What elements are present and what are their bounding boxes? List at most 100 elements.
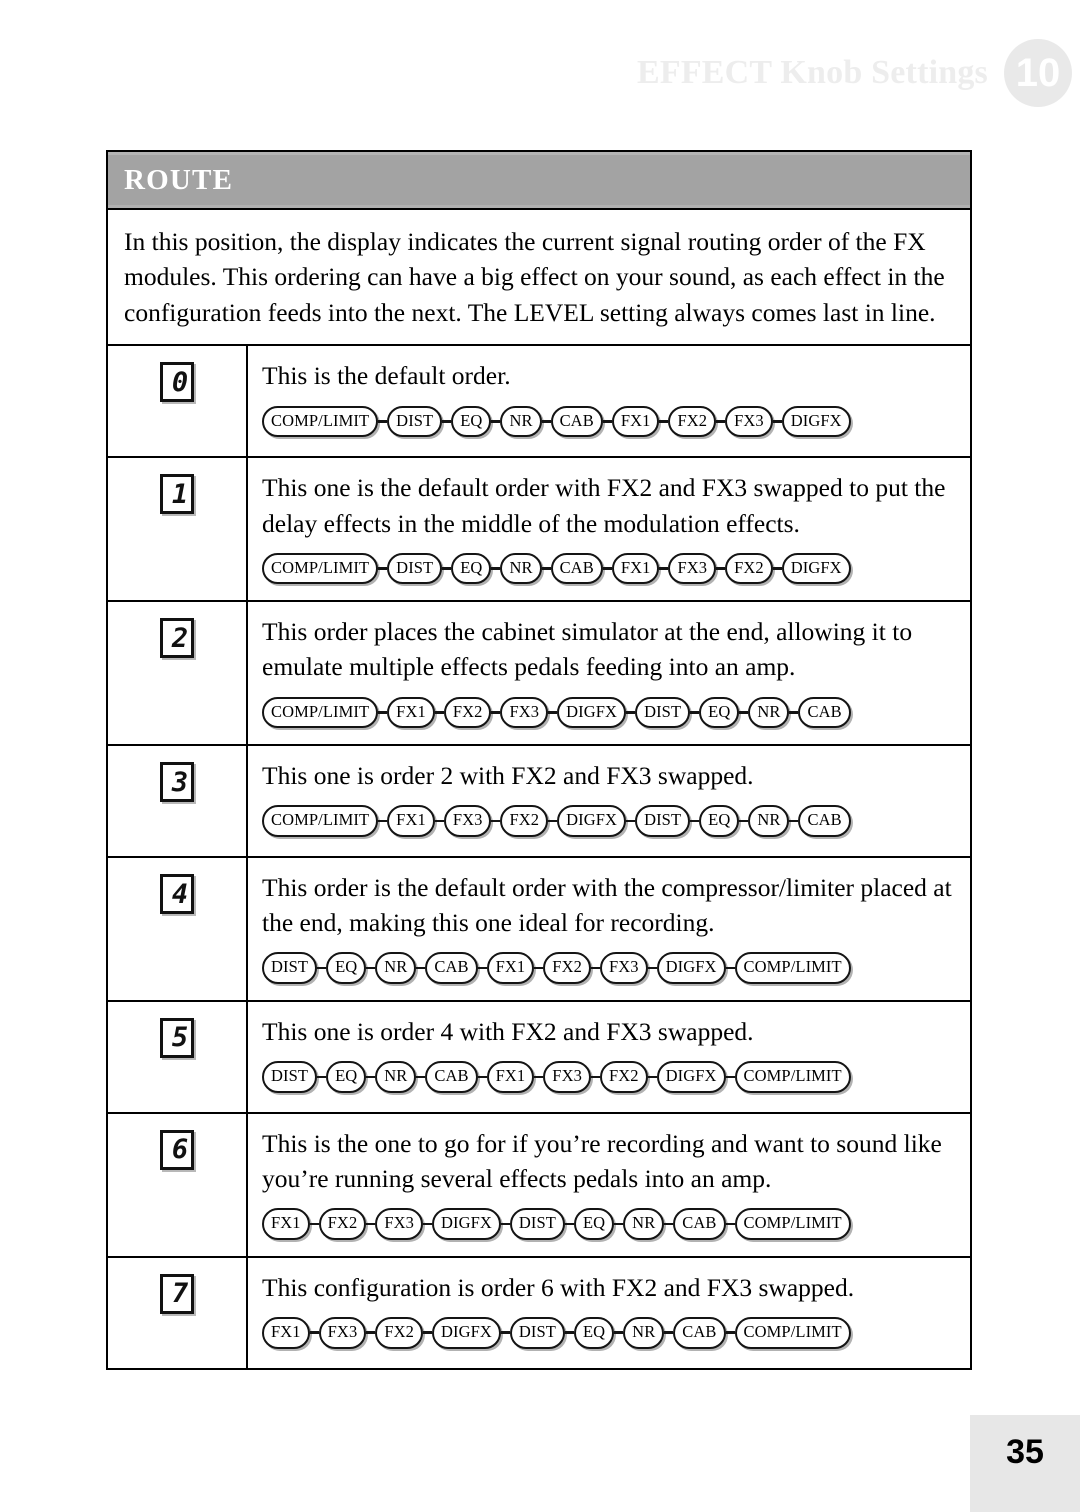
chain-module-node: NR (748, 696, 790, 729)
seven-segment-display: 6 (160, 1129, 194, 1170)
seven-segment-digit: 4 (171, 878, 189, 910)
chain-module-node: COMP/LIMIT (734, 952, 851, 984)
seven-segment-digit: 0 (171, 366, 189, 398)
route-body-cell: This one is order 2 with FX2 and FX3 swa… (248, 746, 970, 856)
chain-module-node: EQ (326, 952, 367, 984)
chain-module-node: FX2 (443, 696, 492, 729)
route-description: This order places the cabinet simulator … (262, 617, 913, 682)
route-description: This configuration is order 6 with FX2 a… (262, 1272, 855, 1302)
route-description: This one is order 2 with FX2 and FX3 swa… (262, 761, 754, 791)
route-description: This is the default order. (262, 361, 511, 391)
chain-module-node: DIGFX (557, 696, 627, 729)
seven-segment-digit: 5 (171, 1022, 189, 1054)
chain-module-node: EQ (699, 805, 740, 837)
route-row: 3 This one is order 2 with FX2 and FX3 sw… (108, 746, 970, 859)
seven-segment-digit: 3 (171, 766, 189, 798)
route-row: 2 This order places the cabinet simulator… (108, 602, 970, 747)
chain-connector-line (548, 819, 558, 823)
chain-connector-line (564, 1331, 574, 1335)
route-row: 0 This is the default order. COMP/LIMIT DIS… (108, 346, 970, 459)
chain-connector-line (500, 1222, 510, 1226)
chain-connector-line (434, 711, 444, 714)
chain-module-node: CAB (550, 405, 603, 437)
chain-module-node: NR (375, 1061, 417, 1093)
chain-connector-line (590, 966, 600, 970)
chain-module-node: EQ (699, 696, 740, 729)
route-row: 6 This is the one to go for if you’re rec… (108, 1113, 970, 1258)
chain-connector-line (626, 819, 636, 823)
chain-connector-line (647, 966, 657, 970)
route-body-cell: This order is the default order with the… (248, 858, 970, 1000)
route-description: This one is order 4 with FX2 and FX3 swa… (262, 1016, 754, 1046)
route-description: This one is the default order with FX2 a… (262, 473, 946, 538)
signal-chain: FX1 FX3 FX2 DIGFX DIST EQ NR CAB COMP/LIMIT (262, 1317, 954, 1349)
chain-module-node: FX2 (599, 1061, 648, 1093)
chain-module-node: DIST (509, 1208, 565, 1240)
chain-connector-line (614, 1222, 624, 1226)
chain-connector-line (366, 1331, 376, 1335)
chain-module-node: FX3 (500, 696, 549, 729)
chain-module-node: COMP/LIMIT (734, 1317, 851, 1349)
chain-module-node: FX1 (262, 1317, 310, 1349)
chain-connector-line (422, 1222, 432, 1226)
chain-connector-line (491, 819, 501, 823)
chain-module-node: DIST (635, 696, 691, 729)
seven-segment-digit: 2 (171, 622, 189, 654)
chain-module-node: FX2 (668, 405, 717, 437)
route-intro-paragraph: In this position, the display indicates … (108, 210, 970, 347)
chain-connector-line (477, 966, 487, 970)
chain-module-node: CAB (798, 805, 851, 837)
chain-connector-line (590, 1075, 600, 1079)
route-section-title: ROUTE (124, 163, 234, 196)
chain-connector-line (541, 419, 551, 423)
chain-connector-line (534, 966, 544, 970)
chain-module-node: DIST (262, 1061, 318, 1093)
chain-connector-line (366, 1222, 376, 1226)
seven-segment-digit: 7 (171, 1278, 189, 1310)
chain-module-node: DIGFX (656, 952, 726, 984)
chain-connector-line (548, 711, 558, 714)
chain-module-node: COMP/LIMIT (262, 805, 379, 837)
chain-module-node: FX1 (486, 952, 535, 984)
chain-connector-line (541, 567, 551, 570)
chain-module-node: COMP/LIMIT (262, 405, 379, 437)
route-body-cell: This is the default order. COMP/LIMIT DIST… (248, 346, 970, 456)
chain-module-node: DIGFX (656, 1061, 726, 1093)
chain-module-node: FX1 (387, 805, 435, 837)
chain-connector-line (317, 966, 327, 970)
chain-module-node: COMP/LIMIT (262, 552, 379, 585)
chain-module-node: FX3 (318, 1317, 367, 1349)
chain-connector-line (716, 419, 726, 423)
chapter-title: EFFECT Knob Settings (636, 54, 988, 91)
chain-connector-line (602, 567, 612, 570)
chain-connector-line (772, 419, 782, 423)
chain-module-node: DIGFX (431, 1317, 501, 1349)
chain-connector-line (378, 819, 388, 823)
route-row: 5 This one is order 4 with FX2 and FX3 sw… (108, 1001, 970, 1114)
seven-segment-digit: 1 (171, 478, 189, 510)
chain-module-node: FX1 (262, 1208, 310, 1240)
chain-connector-line (378, 567, 388, 570)
chain-connector-line (690, 711, 700, 714)
chain-module-node: EQ (326, 1061, 367, 1093)
chain-module-node: DIGFX (781, 552, 851, 585)
chain-module-node: FX1 (387, 696, 435, 729)
chain-connector-line (317, 1075, 327, 1079)
chain-connector-line (647, 1075, 657, 1079)
page-footer: 35 (970, 1415, 1080, 1512)
route-table: ROUTE In this position, the display indi… (106, 150, 972, 1370)
chain-connector-line (378, 711, 388, 714)
chain-connector-line (477, 1075, 487, 1079)
chain-connector-line (309, 1331, 319, 1335)
route-digit-cell: 4 (108, 858, 248, 1000)
seven-segment-display: 3 (160, 762, 194, 803)
chapter-number-badge: 10 (1004, 39, 1072, 107)
chain-connector-line (772, 567, 782, 570)
chain-connector-line (739, 819, 749, 823)
chain-connector-line (725, 966, 735, 970)
chain-connector-line (725, 1075, 735, 1079)
chain-connector-line (789, 819, 799, 823)
chain-connector-line (664, 1331, 674, 1335)
route-body-cell: This order places the cabinet simulator … (248, 602, 970, 744)
chain-module-node: CAB (673, 1317, 726, 1349)
